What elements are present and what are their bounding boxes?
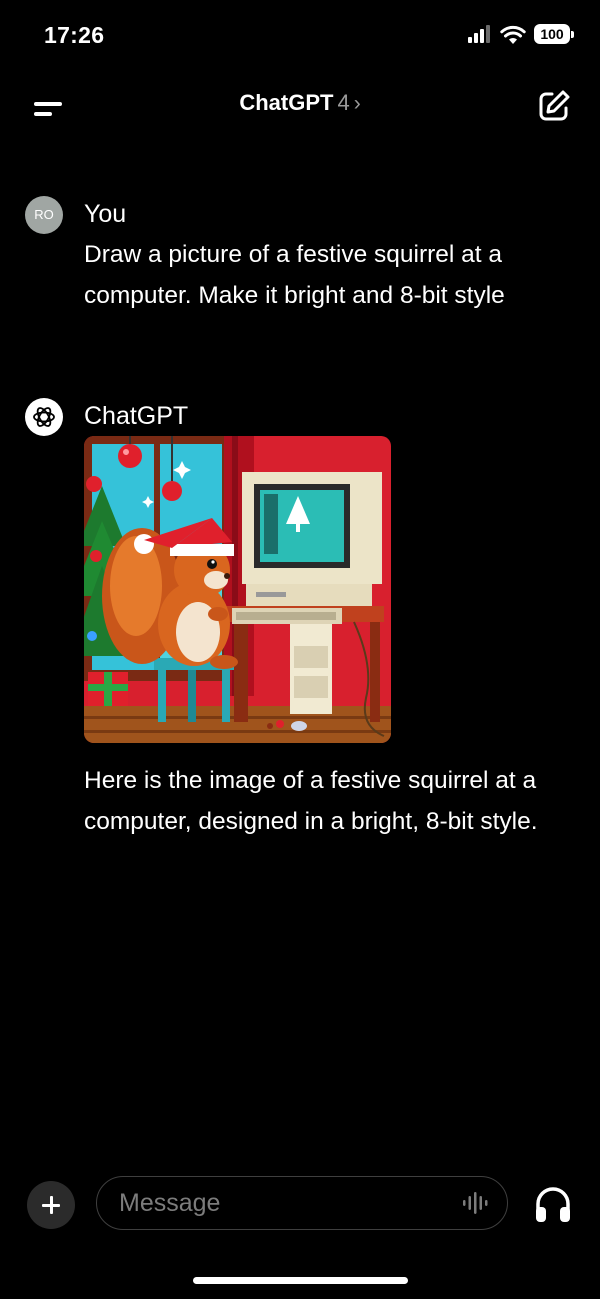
message-input-container <box>96 1176 508 1230</box>
cellular-signal-icon <box>468 25 490 43</box>
status-bar: 17:26 100 <box>0 0 600 72</box>
model-name: ChatGPT <box>239 90 334 115</box>
wifi-icon <box>500 25 526 44</box>
assistant-avatar <box>25 398 63 436</box>
message-input[interactable] <box>117 1177 451 1230</box>
user-message-text: Draw a picture of a festive squirrel at … <box>84 241 505 309</box>
nav-bar: ChatGPT 4 › <box>0 78 600 134</box>
battery-icon: 100 <box>534 24 574 44</box>
new-chat-button[interactable] <box>534 86 574 126</box>
model-version: 4 <box>337 90 350 115</box>
status-icons: 100 <box>468 24 574 44</box>
assistant-sender-name: ChatGPT <box>84 402 189 430</box>
assistant-message-text: Here is the image of a festive squirrel … <box>84 767 538 835</box>
battery-level: 100 <box>534 24 570 44</box>
attach-button[interactable] <box>27 1181 75 1229</box>
model-selector[interactable]: ChatGPT 4 › <box>0 90 600 116</box>
openai-logo-icon <box>33 407 55 427</box>
status-time: 17:26 <box>44 22 105 48</box>
battery-cap <box>571 30 574 38</box>
generated-image[interactable] <box>84 436 391 743</box>
new-chat-icon <box>539 90 570 121</box>
festive-squirrel-image <box>84 436 391 743</box>
headphones-icon <box>536 1187 570 1222</box>
user-sender-name: You <box>84 200 127 228</box>
voice-waveform-icon[interactable] <box>461 1191 491 1215</box>
chevron-right-icon: › <box>353 92 361 115</box>
user-avatar: RO <box>25 196 63 234</box>
home-indicator <box>193 1277 408 1284</box>
headphones-button[interactable] <box>532 1184 574 1226</box>
